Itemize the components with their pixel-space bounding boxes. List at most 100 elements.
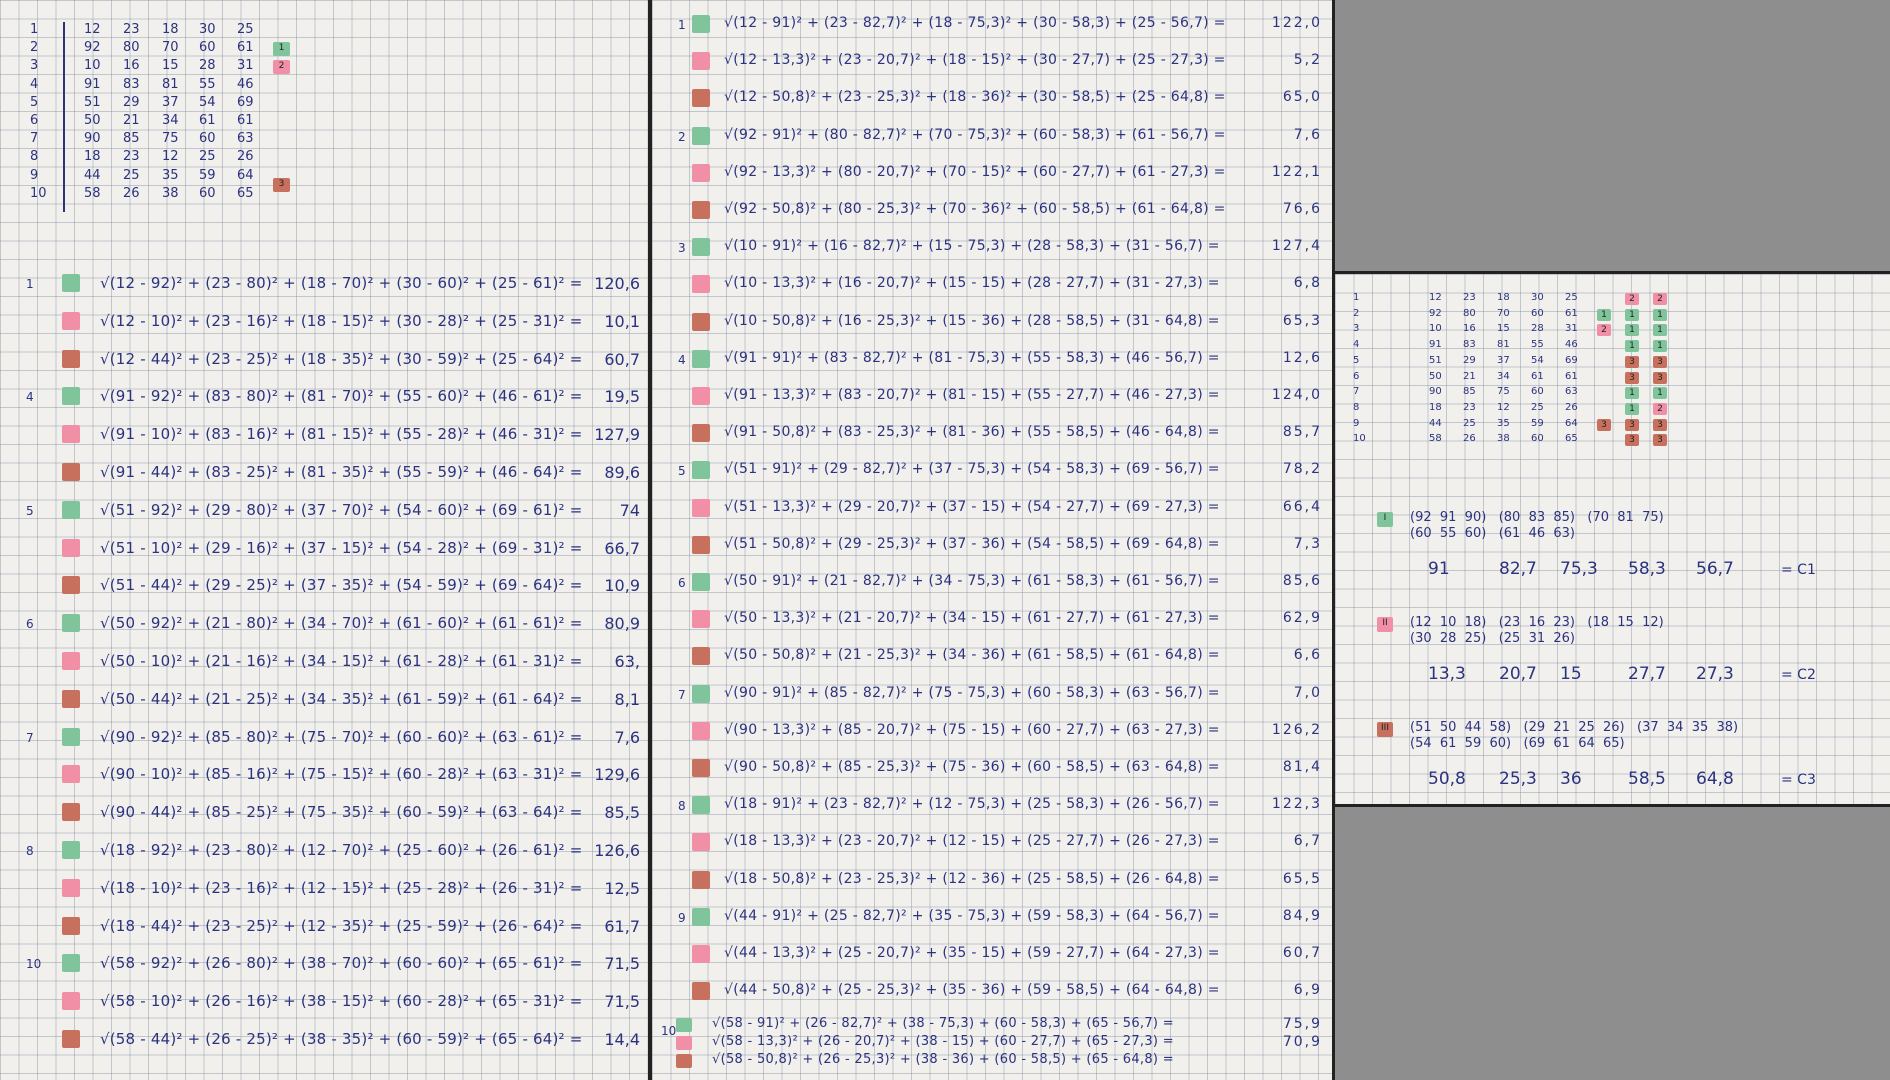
distance-result: 65,0 (1282, 89, 1322, 106)
distance-result: 70,9 (1282, 1034, 1322, 1050)
distance-result: 122,3 (1271, 796, 1322, 813)
table-cell: 64 (1565, 417, 1578, 429)
cluster-swatch (692, 461, 710, 480)
centroid-mean: 20,7 (1499, 664, 1537, 684)
cluster-swatch (692, 982, 710, 1001)
table-cell: 26 (1463, 433, 1476, 445)
distance-formula: √(91 - 13,3)² + (83 - 20,7)² + (81 - 15)… (724, 387, 1220, 403)
distance-result: 74 (619, 500, 640, 520)
cluster-swatch (62, 652, 80, 670)
distance-result: 76,6 (1282, 201, 1322, 217)
row-index: 4 (678, 352, 686, 367)
distance-formula: √(18 - 44)² + (23 - 25)² + (12 - 35)² + … (100, 916, 583, 935)
distance-result: 12,6 (1282, 349, 1322, 366)
cluster-members-row2: (30 28 25) (25 31 26) (1410, 631, 1575, 646)
centroid-mean: 64,8 (1696, 769, 1734, 789)
distance-formula: √(18 - 92)² + (23 - 80)² + (12 - 70)² + … (100, 841, 583, 859)
centroid-mean: 15 (1560, 664, 1582, 684)
distance-result: 78,2 (1282, 461, 1322, 478)
cluster-swatch (692, 647, 710, 666)
row-index: 4 (1353, 339, 1360, 351)
table-cell: 18 (1429, 401, 1442, 413)
assignment-tag: 1 (1625, 340, 1639, 353)
distance-result: 12,5 (604, 878, 640, 898)
distance-result: 6,8 (1293, 275, 1322, 292)
distance-formula: √(44 - 13,3)² + (25 - 20,7)² + (35 - 15)… (724, 945, 1220, 961)
distance-formula: √(90 - 91)² + (85 - 82,7)² + (75 - 75,3)… (724, 684, 1220, 701)
table-cell: 63 (237, 131, 254, 147)
row-index: 9 (678, 910, 686, 925)
table-cell: 91 (84, 76, 101, 92)
row-index: 5 (30, 94, 39, 110)
table-cell: 26 (237, 149, 254, 165)
cluster-swatch: III (1377, 722, 1393, 737)
distance-formula: √(50 - 10)² + (21 - 16)² + (34 - 15)² + … (100, 652, 583, 670)
cluster-swatch (62, 689, 80, 708)
table-cell: 21 (1463, 370, 1476, 382)
table-cell: 37 (1497, 354, 1510, 366)
assignment-tag: 1 (1653, 387, 1667, 400)
distance-formula: √(12 - 50,8)² + (23 - 25,3)² + (18 - 36)… (724, 89, 1226, 106)
distance-result: 6,7 (1293, 833, 1322, 850)
distance-result: 10,1 (604, 311, 640, 331)
distance-formula: √(92 - 13,3)² + (80 - 20,7)² + (70 - 15)… (724, 163, 1226, 180)
table-cell: 65 (237, 185, 254, 201)
table-cell: 30 (1531, 292, 1544, 303)
distance-formula: √(90 - 92)² + (85 - 80)² + (75 - 70)² + … (100, 727, 583, 746)
divider-3 (1335, 271, 1890, 274)
cluster-swatch (62, 954, 80, 973)
cluster-swatch (692, 945, 710, 963)
table-cell: 16 (1463, 323, 1476, 335)
centroid-mean: 27,7 (1628, 664, 1666, 684)
divider-4 (1335, 804, 1890, 807)
table-cell: 69 (1565, 354, 1578, 366)
distance-result: 122,1 (1271, 163, 1322, 180)
table-cell: 59 (199, 167, 216, 183)
centroid-mean: 82,7 (1499, 559, 1537, 579)
distance-formula: √(58 - 92)² + (26 - 80)² + (38 - 70)² + … (100, 954, 583, 973)
assignment-tag: 1 (1653, 340, 1667, 353)
assignment-tag: 1 (1625, 308, 1639, 321)
distance-formula: √(44 - 50,8)² + (25 - 25,3)² + (35 - 36)… (724, 982, 1220, 999)
cluster-swatch (692, 238, 710, 257)
table-cell: 12 (1429, 292, 1442, 303)
table-cell: 10 (84, 58, 101, 74)
row-index: 1 (1353, 292, 1360, 303)
cluster-swatch (62, 765, 80, 784)
table-cell: 55 (1531, 339, 1544, 351)
centroid-mean: 13,3 (1428, 664, 1466, 684)
table-cell: 60 (1531, 433, 1544, 445)
distance-result: 126,2 (1271, 721, 1322, 738)
distance-formula: √(51 - 50,8)² + (29 - 25,3)² + (37 - 36)… (724, 535, 1220, 552)
cluster-members-row1: (51 50 44 58) (29 21 25 26) (37 34 35 38… (1410, 720, 1739, 735)
centroid-label: = C2 (1781, 667, 1816, 683)
table-cell: 60 (1531, 386, 1544, 398)
divider-1 (648, 0, 652, 1080)
distance-formula: √(90 - 13,3)² + (85 - 20,7)² + (75 - 15)… (724, 721, 1220, 738)
assignment-tag: 3 (1625, 371, 1639, 384)
distance-formula: √(51 - 92)² + (29 - 80)² + (37 - 70)² + … (100, 500, 583, 519)
cluster-swatch (692, 907, 710, 926)
cluster-swatch (62, 425, 80, 444)
distance-result: 10,9 (604, 576, 640, 596)
distance-formula: √(51 - 13,3)² + (29 - 20,7)² + (37 - 15)… (724, 498, 1220, 515)
distance-formula: √(10 - 91)² + (16 - 82,7)² + (15 - 75,3)… (724, 238, 1220, 255)
centroid-mean: 50,8 (1428, 769, 1466, 789)
centroid-tag: 2 (273, 60, 290, 74)
row-index: 8 (1353, 401, 1360, 413)
cluster-swatch (692, 349, 710, 368)
table-cell: 26 (1565, 401, 1578, 413)
cluster-swatch (62, 878, 80, 897)
table-cell: 21 (123, 113, 140, 128)
table-cell: 18 (162, 22, 179, 37)
distance-result: 89,6 (604, 463, 640, 482)
row-index: 1 (26, 277, 34, 291)
assignment-tag: 1 (1653, 324, 1667, 337)
row-index: 4 (26, 390, 34, 405)
table-cell: 60 (1531, 307, 1544, 319)
row-index: 8 (678, 799, 686, 814)
distance-result: 14,4 (604, 1030, 640, 1049)
centroid-mean: 56,7 (1696, 559, 1734, 579)
table-cell: 61 (1565, 370, 1578, 382)
divider-2 (1332, 0, 1335, 1080)
